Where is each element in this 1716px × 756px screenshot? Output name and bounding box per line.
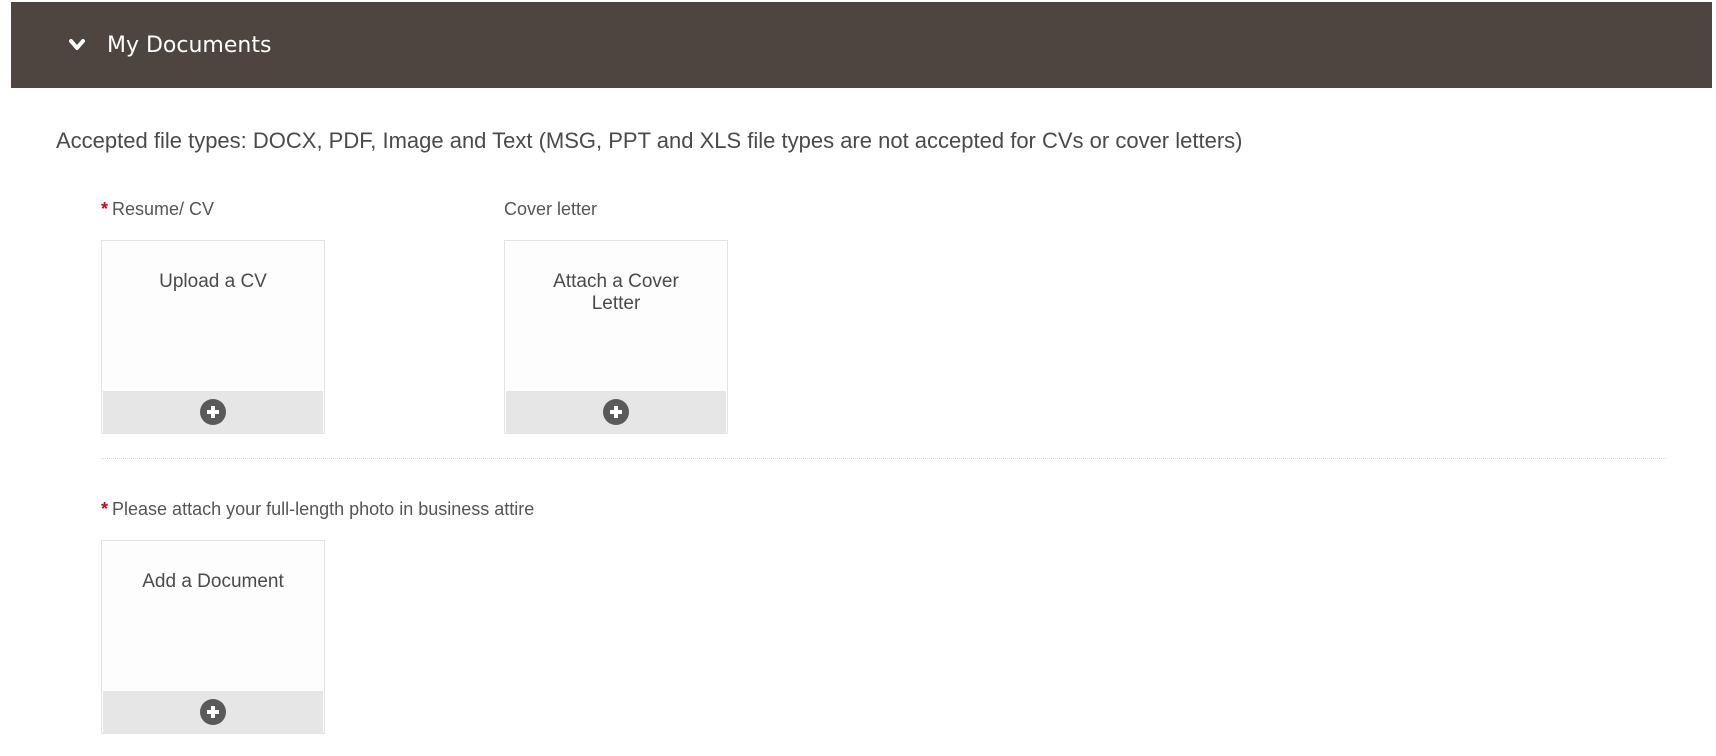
- resume-label-text: Resume/ CV: [112, 199, 215, 219]
- cover-letter-label: Cover letter: [504, 199, 597, 220]
- plus-circle-icon[interactable]: [200, 699, 226, 725]
- add-document-bar[interactable]: [103, 691, 323, 733]
- section-divider: [101, 458, 1666, 459]
- upload-cv-text: Upload a CV: [159, 271, 267, 292]
- upload-cv-tile[interactable]: Upload a CV: [101, 240, 325, 434]
- photo-label: * Please attach your full-length photo in…: [101, 499, 534, 520]
- add-document-tile[interactable]: Add a Document: [101, 540, 325, 734]
- add-document-text: Add a Document: [142, 571, 284, 592]
- attach-cover-letter-tile[interactable]: Attach a Cover Letter: [504, 240, 728, 434]
- my-documents-header[interactable]: My Documents: [11, 2, 1712, 88]
- cover-letter-label-text: Cover letter: [504, 199, 598, 219]
- plus-circle-icon[interactable]: [603, 399, 629, 425]
- attach-cover-letter-bar[interactable]: [506, 391, 726, 433]
- resume-label: * Resume/ CV: [101, 199, 214, 220]
- section-title: My Documents: [107, 32, 272, 58]
- required-marker: *: [101, 499, 109, 519]
- photo-label-text: Please attach your full-length photo in …: [112, 499, 535, 519]
- accepted-file-types-note: Accepted file types: DOCX, PDF, Image an…: [56, 128, 1243, 153]
- required-marker: *: [101, 199, 109, 219]
- attach-cover-letter-text: Attach a Cover Letter: [553, 271, 679, 314]
- upload-cv-bar[interactable]: [103, 391, 323, 433]
- plus-circle-icon[interactable]: [200, 399, 226, 425]
- chevron-down-icon: [67, 35, 87, 55]
